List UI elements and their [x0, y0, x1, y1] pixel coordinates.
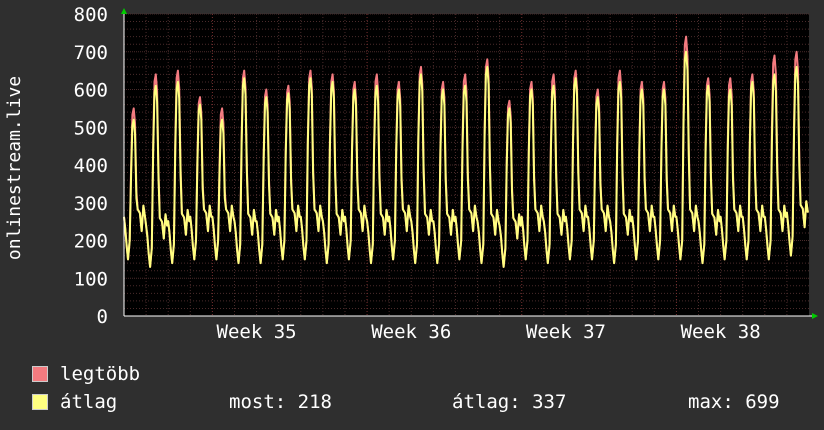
- legend-swatch-max: [32, 366, 48, 382]
- y-tick-label: 700: [74, 42, 108, 64]
- stat-max: max: 699: [688, 391, 780, 413]
- y-axis-ticks: 0 100 200 300 400 500 600 700 800: [74, 4, 108, 328]
- y-tick-label: 100: [74, 268, 108, 290]
- legend-swatch-avg: [32, 394, 48, 410]
- legend-label-avg: átlag: [60, 391, 118, 413]
- stat-now: most: 218: [229, 391, 332, 413]
- legend: legtöbb átlag most: 218 átlag: 337 max: …: [0, 358, 824, 428]
- y-tick-label: 400: [74, 155, 108, 177]
- y-tick-label: 200: [74, 231, 108, 253]
- y-tick-label: 600: [74, 80, 108, 102]
- x-tick-label: Week 36: [371, 321, 451, 343]
- x-tick-label: Week 35: [217, 321, 297, 343]
- y-tick-label: 300: [74, 193, 108, 215]
- y-tick-label: 800: [74, 4, 108, 26]
- x-tick-label: Week 38: [681, 321, 761, 343]
- x-axis-arrow-icon: [812, 313, 818, 319]
- legend-label-max: legtöbb: [60, 363, 141, 385]
- x-tick-label: Week 37: [526, 321, 606, 343]
- x-axis-ticks: Week 35 Week 36 Week 37 Week 38: [217, 321, 761, 343]
- y-tick-label: 0: [97, 306, 108, 328]
- y-axis-arrow-icon: [121, 8, 127, 14]
- stat-average: átlag: 337: [452, 391, 567, 413]
- y-tick-label: 500: [74, 117, 108, 139]
- y-axis-label: onlinestream.live: [4, 76, 25, 260]
